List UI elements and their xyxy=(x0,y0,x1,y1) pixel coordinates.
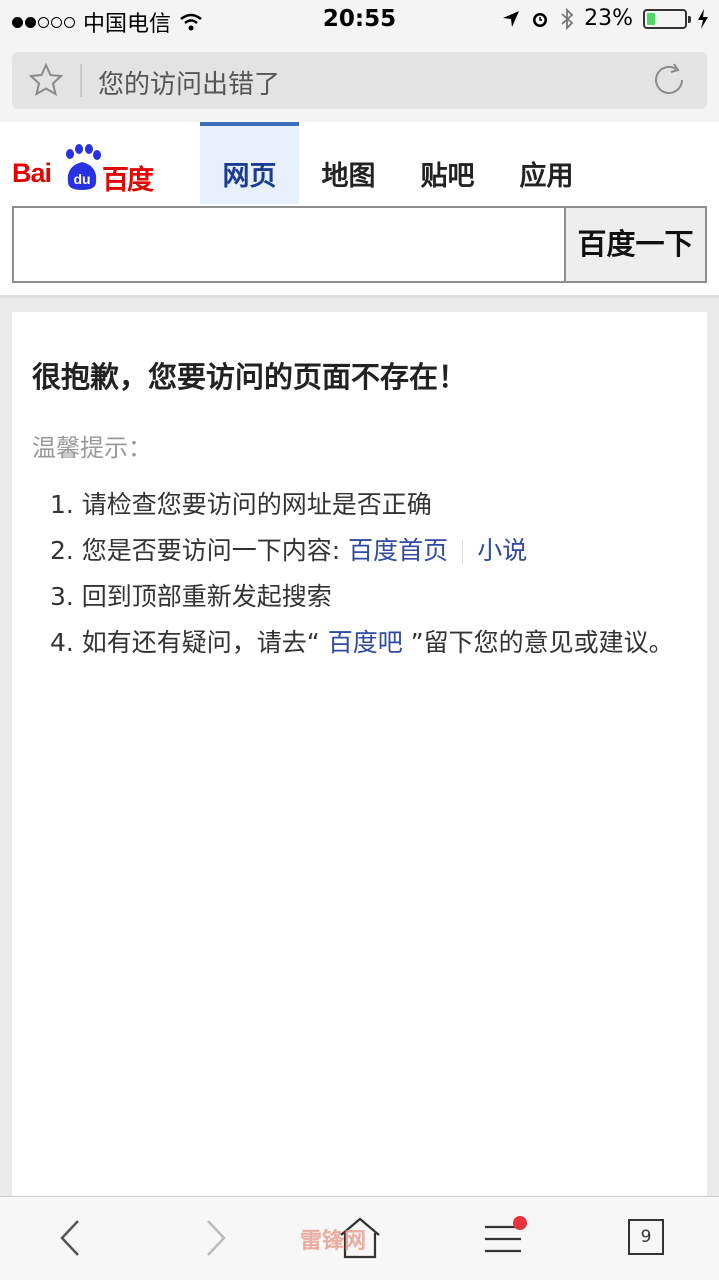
battery-icon xyxy=(643,8,691,29)
baidu-logo[interactable]: Bai du 百度 xyxy=(12,144,154,196)
tab-map[interactable]: 地图 xyxy=(299,122,398,204)
tab-tieba[interactable]: 贴吧 xyxy=(398,122,497,204)
status-right: 23% xyxy=(502,6,709,31)
suggestion-1: 1. 请检查您要访问的网址是否正确 xyxy=(50,490,432,519)
logo-chinese: 百度 xyxy=(102,165,154,196)
novel-link[interactable]: 小说 xyxy=(477,536,527,565)
search-button[interactable]: 百度一下 xyxy=(564,208,705,281)
page-title[interactable]: 您的访问出错了 xyxy=(98,64,280,101)
baidu-bar-link[interactable]: 百度吧 xyxy=(328,628,403,657)
suggestion-2-prefix: 2. 您是否要访问一下内容: xyxy=(50,536,349,565)
link-divider xyxy=(462,540,464,564)
error-heading: 很抱歉，您要访问的页面不存在！ xyxy=(32,360,468,394)
suggestion-3: 3. 回到顶部重新发起搜索 xyxy=(50,582,332,611)
list-item: 2. 您是否要访问一下内容: 百度首页 小说 xyxy=(50,528,680,574)
star-icon[interactable] xyxy=(26,60,66,100)
list-item: 3. 回到顶部重新发起搜索 xyxy=(50,574,680,620)
suggestion-4-suffix: ”留下您的意见或建议。 xyxy=(402,628,674,657)
charging-icon xyxy=(698,8,708,29)
search-form: 百度一下 xyxy=(12,206,707,283)
search-input[interactable] xyxy=(14,208,566,281)
logo-latin: Bai xyxy=(12,158,52,188)
paw-icon: du xyxy=(66,144,101,190)
address-separator xyxy=(80,64,82,97)
nav-tabs: 网页 地图 贴吧 应用 xyxy=(200,122,596,204)
list-item: 4. 如有还有疑问，请去“ 百度吧 ”留下您的意见或建议。 xyxy=(50,620,680,666)
tab-web[interactable]: 网页 xyxy=(200,122,299,204)
reload-icon[interactable] xyxy=(649,60,689,100)
back-icon[interactable] xyxy=(46,1213,96,1263)
address-bar[interactable]: 您的访问出错了 xyxy=(12,52,707,109)
suggestion-list: 1. 请检查您要访问的网址是否正确 2. 您是否要访问一下内容: 百度首页 小说 … xyxy=(50,482,680,666)
baidu-header: Bai du 百度 网页 地图 贴吧 应用 百度一下 xyxy=(0,122,719,298)
bluetooth-icon xyxy=(561,7,574,30)
logo-du: du xyxy=(73,171,90,187)
list-item: 1. 请检查您要访问的网址是否正确 xyxy=(50,482,680,528)
forward-icon[interactable] xyxy=(190,1213,240,1263)
tabs-icon[interactable]: 9 xyxy=(628,1219,664,1255)
tip-label: 温馨提示： xyxy=(32,434,152,462)
status-bar: 中国电信 20:55 23% xyxy=(0,0,719,40)
suggestion-4-prefix: 4. 如有还有疑问，请去“ xyxy=(50,628,328,657)
address-bar-container: 您的访问出错了 xyxy=(0,40,719,122)
error-card: 很抱歉，您要访问的页面不存在！ 温馨提示： 1. 请检查您要访问的网址是否正确 … xyxy=(12,312,707,1196)
browser-toolbar: 雷锋网 9 xyxy=(0,1196,719,1280)
tab-apps[interactable]: 应用 xyxy=(497,122,596,204)
baidu-home-link[interactable]: 百度首页 xyxy=(348,536,448,565)
alarm-icon xyxy=(533,12,548,27)
battery-percent: 23% xyxy=(584,6,633,31)
location-icon xyxy=(503,10,520,27)
menu-icon[interactable] xyxy=(478,1213,528,1263)
watermark: 雷锋网 xyxy=(300,1229,367,1254)
